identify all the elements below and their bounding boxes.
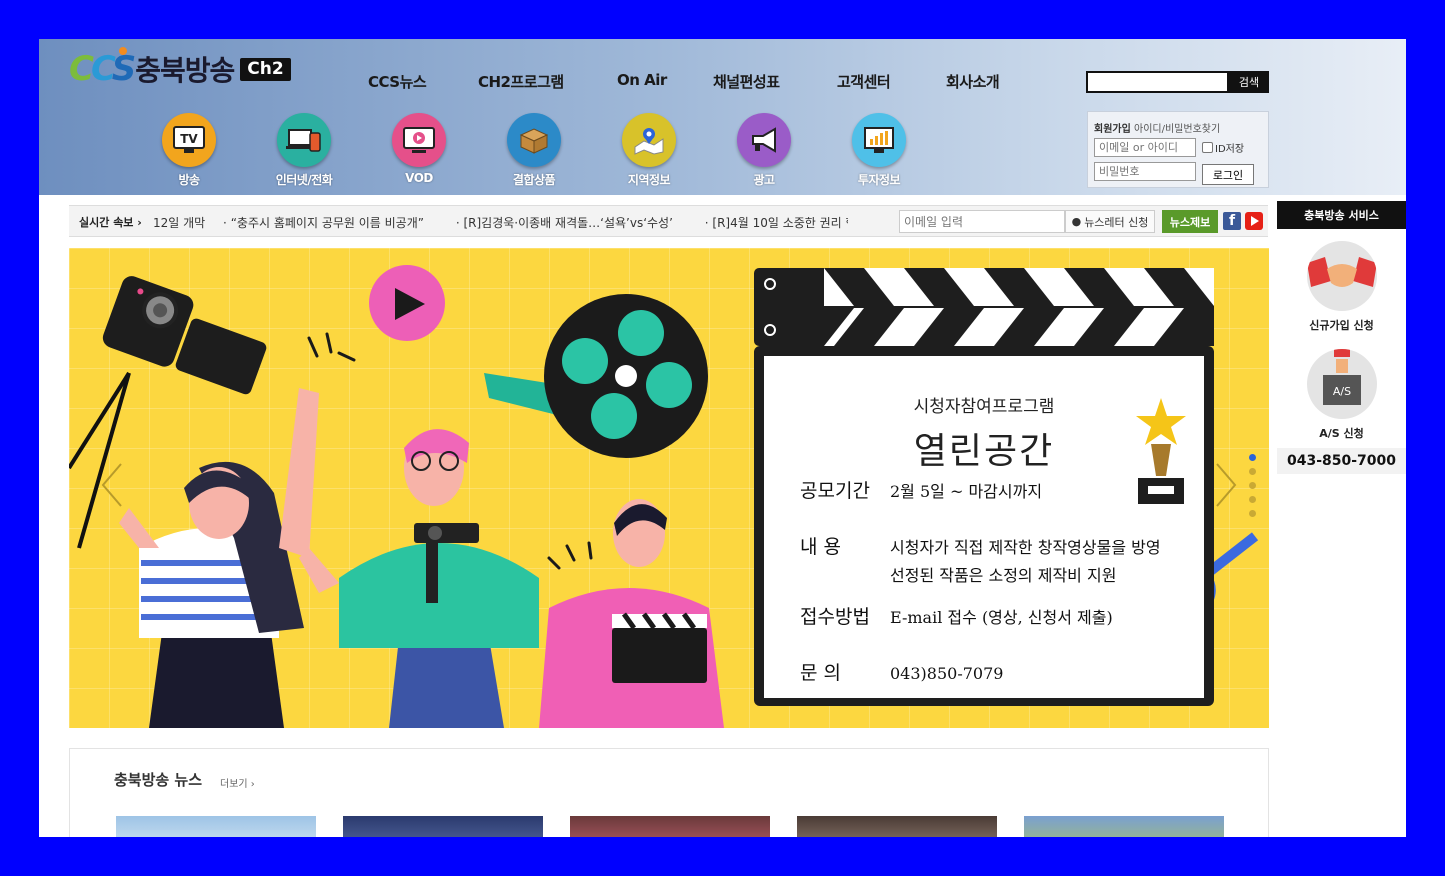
- nav-item-on-air[interactable]: On Air: [617, 71, 667, 89]
- quick-item-broadcast[interactable]: TV 방송: [144, 113, 234, 188]
- nav-item-customer-center[interactable]: 고객센터: [837, 71, 891, 92]
- save-id-checkbox[interactable]: ID저장: [1202, 140, 1244, 155]
- quick-label: 광고: [753, 173, 775, 187]
- quick-item-ad[interactable]: 광고: [719, 113, 809, 188]
- slide-dot[interactable]: [1249, 454, 1256, 461]
- signup-service[interactable]: 신규가입 신청: [1277, 241, 1406, 333]
- nav-item-schedule[interactable]: 채널편성표: [713, 71, 780, 92]
- chart-icon: [852, 113, 906, 167]
- banner-row: 내 용 시청자가 직접 제작한 창작영상물을 방영: [800, 536, 1161, 558]
- find-account-link[interactable]: 아이디/비밀번호찾기: [1134, 124, 1220, 135]
- trophy-icon: [1136, 398, 1186, 504]
- logo-dot-icon: [119, 47, 127, 55]
- ticker-item[interactable]: · [R]4월 10일 소중한 권리 행사: [705, 216, 848, 230]
- sidebar-title: 충북방송 서비스: [1277, 201, 1406, 229]
- handshake-icon: [1306, 241, 1377, 311]
- facebook-icon[interactable]: f: [1223, 212, 1241, 230]
- map-pin-icon: [622, 113, 676, 167]
- logo-name: 충북방송: [135, 54, 235, 87]
- password-input[interactable]: [1094, 162, 1196, 181]
- quick-label: 결합상품: [512, 173, 556, 187]
- nav-item-company[interactable]: 회사소개: [946, 71, 1000, 92]
- join-link[interactable]: 회원가입: [1094, 124, 1131, 135]
- user-icon: ●: [1071, 215, 1082, 228]
- id-input[interactable]: [1094, 138, 1196, 157]
- banner-row: 공모기간 2월 5일 ~ 마감시까지: [800, 480, 1043, 502]
- slide-dot[interactable]: [1249, 496, 1256, 503]
- page: CCS 충북방송 Ch2 CCS뉴스 CH2프로그램 On Air 채널편성표 …: [39, 39, 1406, 837]
- megaphone-icon: [737, 113, 791, 167]
- newsletter-button[interactable]: ● 뉴스레터 신청: [1065, 210, 1155, 233]
- svg-text:A/S: A/S: [1332, 385, 1350, 398]
- quick-item-bundle[interactable]: 결합상품: [489, 113, 579, 188]
- banner-row-cont: 선정된 작품은 소정의 제작비 지원: [890, 566, 1117, 585]
- login-box: 회원가입 아이디/비밀번호찾기 ID저장 로그인: [1087, 111, 1269, 188]
- ticker-item[interactable]: · [R]김경욱·이종배 재격돌…‘설욕’vs‘수성’: [456, 216, 687, 230]
- main-banner[interactable]: 시청자참여프로그램 열린공간 공모기간 2월 5일 ~ 마감시까지 내 용 시청자가…: [69, 248, 1269, 728]
- logo-ccs-mark: CCS: [69, 49, 136, 89]
- news-thumbnail[interactable]: [116, 816, 316, 837]
- news-section: 충북방송 뉴스 더보기 ›: [69, 748, 1269, 837]
- ticker-label: 실시간 속보 ›: [79, 216, 142, 229]
- signup-label: 신규가입 신청: [1309, 319, 1374, 332]
- vod-icon: [392, 113, 446, 167]
- news-section-title: 충북방송 뉴스: [114, 771, 203, 789]
- logo-badge: Ch2: [240, 57, 291, 81]
- phone-number: 043-850-7000: [1277, 448, 1406, 474]
- quick-label: 인터넷/전화: [275, 173, 333, 187]
- as-service[interactable]: A/S A/S 신청: [1277, 349, 1406, 441]
- ticker-item[interactable]: · “충주시 홈페이지 공무원 이름 비공개”: [223, 216, 438, 230]
- nav-item-ch2-program[interactable]: CH2프로그램: [478, 71, 564, 92]
- news-tip-button[interactable]: 뉴스제보: [1162, 210, 1218, 233]
- as-label: A/S 신청: [1319, 427, 1364, 440]
- checkbox-icon: [1202, 142, 1213, 153]
- news-thumbnail[interactable]: [797, 816, 997, 837]
- news-more-link[interactable]: 더보기 ›: [220, 775, 255, 790]
- quick-item-invest[interactable]: 투자정보: [834, 113, 924, 188]
- ticker-items: 12일 개막 · “충주시 홈페이지 공무원 이름 비공개” · [R]김경욱·…: [153, 214, 848, 231]
- quick-label: VOD: [405, 171, 433, 185]
- slide-dot[interactable]: [1249, 468, 1256, 475]
- newsletter-email-input[interactable]: [899, 210, 1065, 233]
- logo[interactable]: CCS 충북방송 Ch2: [69, 47, 291, 89]
- prev-arrow-icon[interactable]: [99, 460, 125, 510]
- news-thumbnail[interactable]: [570, 816, 770, 837]
- slide-indicator: [1249, 454, 1256, 524]
- clapper-stripes: [754, 268, 1214, 346]
- ticker-item[interactable]: 12일 개막: [153, 216, 205, 230]
- youtube-icon[interactable]: [1245, 212, 1263, 230]
- slide-dot[interactable]: [1249, 510, 1256, 517]
- toolbox-icon: A/S: [1306, 349, 1377, 419]
- news-thumbnail[interactable]: [343, 816, 543, 837]
- quick-label: 방송: [178, 173, 200, 187]
- search-bar: 검색: [1086, 71, 1269, 93]
- quick-label: 투자정보: [857, 173, 901, 187]
- laptop-phone-icon: [277, 113, 331, 167]
- banner-row: 문 의 043)850-7079: [800, 662, 1004, 684]
- service-sidebar: 충북방송 서비스 신규가입 신청 A/S A/S 신청 043-850-7000: [1277, 201, 1406, 474]
- slide-dot[interactable]: [1249, 482, 1256, 489]
- quick-item-region[interactable]: 지역정보: [604, 113, 694, 188]
- tv-icon: TV: [162, 113, 216, 167]
- news-ticker: 실시간 속보 › 12일 개막 · “충주시 홈페이지 공무원 이름 비공개” …: [69, 205, 1268, 237]
- clapperboard-notice: 시청자참여프로그램 열린공간 공모기간 2월 5일 ~ 마감시까지 내 용 시청자가…: [754, 268, 1214, 708]
- banner-row: 접수방법 E-mail 접수 (영상, 신청서 제출): [800, 606, 1113, 628]
- search-input[interactable]: [1086, 71, 1229, 93]
- login-button[interactable]: 로그인: [1202, 164, 1254, 185]
- search-button[interactable]: 검색: [1229, 71, 1269, 93]
- quick-item-internet-phone[interactable]: 인터넷/전화: [259, 113, 349, 188]
- quick-item-vod[interactable]: VOD: [374, 113, 464, 185]
- quick-label: 지역정보: [627, 173, 671, 187]
- svg-text:TV: TV: [180, 132, 198, 146]
- news-thumbnail[interactable]: [1024, 816, 1224, 837]
- header: CCS 충북방송 Ch2 CCS뉴스 CH2프로그램 On Air 채널편성표 …: [39, 39, 1406, 195]
- nav-item-ccs-news[interactable]: CCS뉴스: [368, 71, 427, 92]
- next-arrow-icon[interactable]: [1213, 460, 1239, 510]
- box-icon: [507, 113, 561, 167]
